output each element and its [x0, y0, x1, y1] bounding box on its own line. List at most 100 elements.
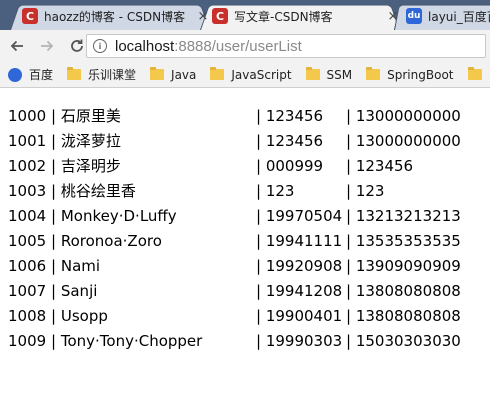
- separator: |: [256, 281, 262, 300]
- arrow-right-icon: [41, 40, 54, 52]
- user-name-text: 吉泽明步: [60, 157, 121, 175]
- address-bar[interactable]: i localhost:8888/user/userList: [86, 34, 486, 58]
- tab-layui-baidu[interactable]: du layui_百度百: [394, 2, 490, 30]
- user-id: 1003: [8, 181, 47, 200]
- user-phone: | 13213213213: [346, 206, 461, 225]
- separator: |: [346, 206, 352, 225]
- user-password-text: 19941208: [265, 281, 343, 300]
- separator: |: [346, 281, 352, 300]
- close-icon[interactable]: ×: [196, 9, 210, 24]
- separator: |: [51, 182, 57, 200]
- list-item: 1001 | 泷泽萝拉 | 123456 | 13000000000: [8, 128, 461, 153]
- user-id: 1006: [8, 256, 47, 275]
- user-name-text: 桃谷绘里香: [60, 182, 136, 200]
- user-phone-text: 13808080808: [355, 306, 461, 325]
- back-button[interactable]: [4, 33, 30, 59]
- user-id: 1009: [8, 331, 47, 350]
- user-password-text: 19920908: [265, 256, 343, 275]
- bookmark-folder-ssm[interactable]: SSM: [305, 67, 353, 82]
- bookmark-folder-java[interactable]: Java: [150, 67, 196, 82]
- user-name-text: Roronoa·Zoro: [60, 231, 162, 250]
- url-host: localhost: [115, 37, 175, 55]
- user-password-text: 19970504: [265, 206, 343, 225]
- separator: |: [256, 206, 262, 225]
- user-password: | 19970504: [256, 207, 346, 225]
- browser-toolbar: i localhost:8888/user/userList: [0, 30, 490, 62]
- user-phone: | 13535353535: [346, 231, 461, 250]
- separator: |: [51, 306, 57, 325]
- user-name: | 桃谷绘里香: [51, 180, 256, 201]
- url-path: :8888/user/userList: [174, 37, 302, 55]
- user-name-text: Usopp: [60, 306, 108, 325]
- separator: |: [346, 231, 352, 250]
- bookmark-folder-javascript[interactable]: JavaScript: [210, 67, 292, 82]
- user-name: | Tony·Tony·Chopper: [51, 332, 256, 350]
- separator: |: [256, 256, 262, 275]
- bookmark-folder-more[interactable]: [467, 67, 489, 80]
- user-name: | Sanji: [51, 282, 256, 300]
- user-phone: | 123: [346, 182, 456, 200]
- arrow-left-icon: [10, 40, 23, 52]
- user-password: | 19941208: [256, 282, 346, 300]
- separator: |: [346, 156, 352, 175]
- user-phone: | 13808080808: [346, 281, 461, 300]
- info-icon[interactable]: i: [93, 39, 107, 53]
- close-icon[interactable]: ×: [386, 9, 400, 24]
- user-password-text: 123: [265, 181, 295, 200]
- separator: |: [256, 331, 262, 350]
- list-item: 1005 | Roronoa·Zoro | 19941111 | 1353535…: [8, 228, 461, 253]
- user-name: | 泷泽萝拉: [51, 130, 256, 151]
- user-phone-text: 123456: [355, 156, 414, 175]
- separator: |: [346, 106, 352, 125]
- user-phone-text: 13808080808: [355, 281, 461, 300]
- bookmarks-bar: 百度 乐训课堂 Java JavaScript SSM SpringBoot: [0, 62, 490, 88]
- separator: |: [51, 206, 57, 225]
- user-phone: | 13808080808: [346, 307, 461, 325]
- list-item: 1004 | Monkey·D·Luffy | 19970504 | 13213…: [8, 203, 461, 228]
- user-phone-text: 13000000000: [355, 106, 461, 125]
- user-id: 1007: [8, 281, 47, 300]
- user-password: | 19941111: [256, 232, 346, 250]
- user-id: 1000: [8, 106, 47, 125]
- user-name: | Nami: [51, 257, 256, 275]
- user-password: | 123: [256, 182, 346, 200]
- separator: |: [51, 107, 57, 125]
- tab-write-article[interactable]: C 写文章-CSDN博客 ×: [200, 2, 400, 30]
- user-password-text: 19900401: [265, 306, 343, 325]
- folder-icon: [210, 67, 225, 80]
- user-name-text: Sanji: [60, 281, 98, 300]
- csdn-icon: C: [22, 8, 38, 24]
- user-password-text: 19990303: [265, 331, 343, 350]
- separator: |: [256, 156, 262, 175]
- folder-icon: [467, 67, 482, 80]
- bookmark-baidu[interactable]: 百度: [8, 66, 53, 83]
- user-password-text: 123456: [265, 131, 324, 150]
- bookmark-folder-springboot[interactable]: SpringBoot: [366, 67, 454, 82]
- user-name-text: 石原里美: [60, 107, 121, 125]
- list-item: 1006 | Nami | 19920908 | 13909090909: [8, 253, 461, 278]
- list-item: 1002 | 吉泽明步 | 000999 | 123456: [8, 153, 456, 178]
- user-id: 1004: [8, 206, 47, 225]
- separator: |: [256, 306, 262, 325]
- separator: |: [51, 256, 57, 275]
- bookmark-label: 百度: [29, 68, 54, 82]
- baidu-paw-icon: [8, 67, 22, 82]
- user-password: | 19900401: [256, 307, 346, 325]
- user-name-text: 泷泽萝拉: [60, 132, 121, 150]
- user-phone: | 123456: [346, 157, 456, 175]
- separator: |: [256, 231, 262, 250]
- user-phone: | 13000000000: [346, 106, 461, 125]
- reload-icon: [71, 39, 83, 52]
- user-list: 1000 | 石原里美 | 123456 | 13000000000 1001 …: [8, 103, 461, 353]
- list-item: 1008 | Usopp | 19900401 | 13808080808: [8, 303, 461, 328]
- user-name: | 吉泽明步: [51, 155, 256, 176]
- baidu-icon: du: [406, 8, 422, 24]
- forward-button[interactable]: [34, 33, 60, 59]
- user-password-text: 000999: [265, 156, 324, 175]
- bookmark-folder-lexun[interactable]: 乐训课堂: [67, 66, 136, 83]
- bookmark-label: SSM: [326, 67, 353, 82]
- separator: |: [256, 131, 262, 150]
- tab-strip: C haozz的博客 - CSDN博客 × C 写文章-CSDN博客 × du …: [0, 0, 490, 30]
- tab-csdn-blog[interactable]: C haozz的博客 - CSDN博客 ×: [10, 2, 210, 30]
- user-phone-text: 13535353535: [355, 231, 461, 250]
